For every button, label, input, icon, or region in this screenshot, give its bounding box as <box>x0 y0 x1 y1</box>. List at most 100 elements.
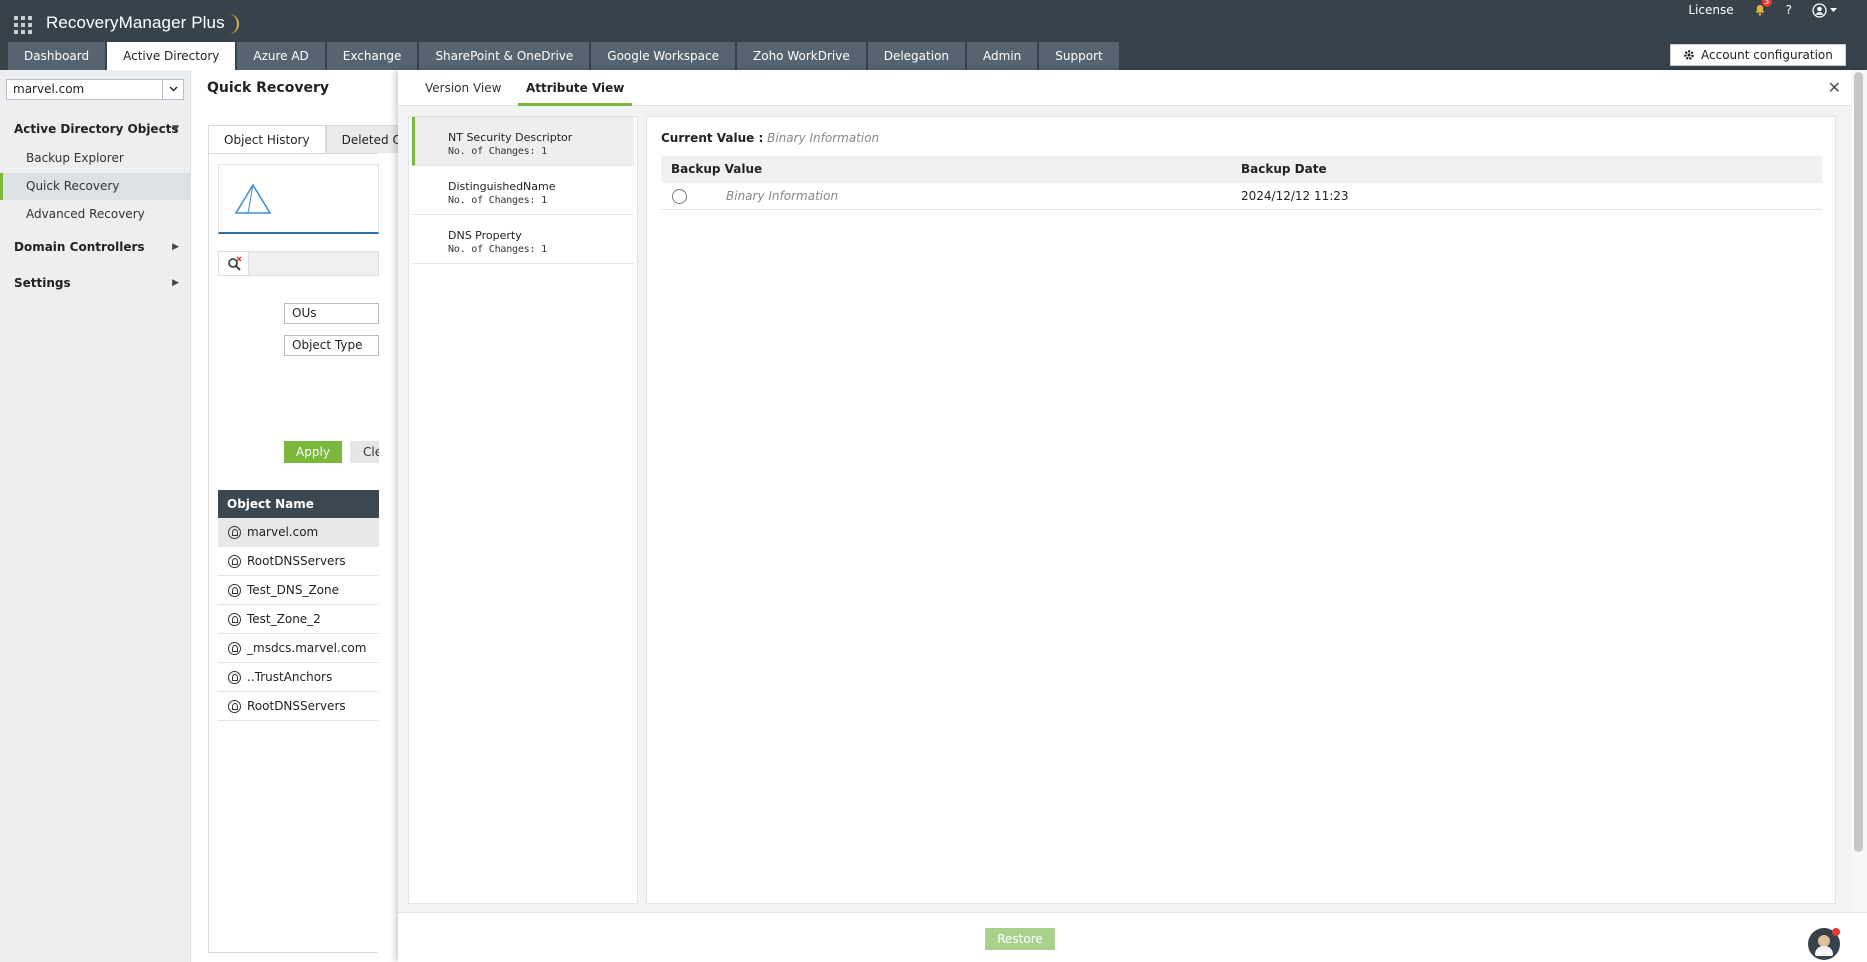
assistant-chat-icon[interactable] <box>1808 928 1840 960</box>
sidebar-group-domain-controllers[interactable]: Domain Controllers ▶ <box>14 240 179 254</box>
top-header: RecoveryManager Plus License 3 ? Dashboa… <box>0 0 1867 70</box>
dns-zone-icon <box>228 641 241 655</box>
product-name: RecoveryManager Plus <box>46 13 225 32</box>
object-type-card[interactable] <box>218 164 379 234</box>
tab-azure-ad[interactable]: Azure AD <box>237 42 325 70</box>
object-name: ..TrustAnchors <box>247 670 333 684</box>
scrollbar[interactable] <box>1851 70 1867 912</box>
tab-zoho-workdrive[interactable]: Zoho WorkDrive <box>737 42 866 70</box>
sidebar-item-advanced-recovery[interactable]: Advanced Recovery <box>0 201 191 228</box>
apply-button[interactable]: Apply <box>284 441 342 463</box>
select-version-radio[interactable] <box>672 188 687 204</box>
panel-footer: Restore <box>398 912 1867 962</box>
attribute-change-count: No. of Changes: 1 <box>448 146 547 157</box>
dns-zone-icon <box>228 583 241 597</box>
account-configuration-button[interactable]: Account configuration <box>1670 44 1846 66</box>
close-icon[interactable]: ✕ <box>1828 78 1841 97</box>
attribute-name: DistinguishedName <box>448 180 556 193</box>
filter-toggle-button[interactable] <box>219 252 249 275</box>
filter-bar <box>218 251 379 276</box>
object-name: RootDNSServers <box>247 554 346 568</box>
tab-sharepoint-onedrive[interactable]: SharePoint & OneDrive <box>419 42 590 70</box>
attribute-list: NT Security Descriptor No. of Changes: 1… <box>408 116 638 904</box>
app-grid-icon[interactable] <box>14 16 32 34</box>
domain-select-value: marvel.com <box>13 82 85 96</box>
attribute-history-panel: Version View Attribute View ✕ NT Securit… <box>398 70 1867 962</box>
dns-zone-icon <box>228 670 241 684</box>
dns-zone-icon <box>228 525 241 539</box>
caret-down-icon: ▼ <box>172 124 179 134</box>
sidebar-group-label: Settings <box>14 276 71 290</box>
backup-value-column-header: Backup Value <box>671 162 763 176</box>
list-item[interactable]: DNS Property No. of Changes: 1 <box>412 215 634 264</box>
current-value-text: Binary Information <box>767 131 880 145</box>
table-row[interactable]: ..TrustAnchors <box>218 663 379 692</box>
table-row[interactable]: Test_Zone_2 <box>218 605 379 634</box>
tab-admin[interactable]: Admin <box>967 42 1038 70</box>
attribute-change-count: No. of Changes: 1 <box>448 195 547 206</box>
object-history-panel: OUs Object Type Apply Clear Object Name … <box>208 153 379 953</box>
user-menu[interactable] <box>1812 2 1837 18</box>
backup-values-table: Backup Value Backup Date Binary Informat… <box>661 156 1822 210</box>
clear-button[interactable]: Clear <box>350 441 379 463</box>
gear-icon <box>1684 50 1694 60</box>
sidebar-group-label: Domain Controllers <box>14 240 145 254</box>
attribute-detail: Current Value : Binary Information Backu… <box>646 116 1836 904</box>
sidebar-group-label: Active Directory Objects <box>14 122 179 136</box>
sidebar: marvel.com Active Directory Objects ▼ Ba… <box>0 70 191 962</box>
sidebar-item-backup-explorer[interactable]: Backup Explorer <box>0 145 191 172</box>
scrollbar-thumb[interactable] <box>1854 72 1863 852</box>
restore-button[interactable]: Restore <box>985 928 1055 950</box>
pyramid-icon <box>234 183 272 214</box>
sidebar-group-ad-objects[interactable]: Active Directory Objects ▼ <box>14 122 179 136</box>
search-clear-icon <box>228 256 242 271</box>
quick-recovery-tabs: Object History Deleted Obj <box>208 125 429 153</box>
chevron-down-icon[interactable] <box>162 80 183 99</box>
sidebar-group-settings[interactable]: Settings ▶ <box>14 276 179 290</box>
ous-field[interactable]: OUs <box>284 303 379 324</box>
product-logo[interactable]: RecoveryManager Plus <box>46 13 239 34</box>
attribute-name: DNS Property <box>448 229 522 242</box>
license-link[interactable]: License <box>1688 3 1733 17</box>
table-row[interactable]: RootDNSServers <box>218 547 379 576</box>
table-header: Backup Value Backup Date <box>661 156 1822 183</box>
domain-select[interactable]: marvel.com <box>6 79 184 100</box>
dns-zone-icon <box>228 612 241 626</box>
tab-version-view[interactable]: Version View <box>417 70 509 106</box>
backup-value: Binary Information <box>726 189 839 203</box>
main-tabs: Dashboard Active Directory Azure AD Exch… <box>8 42 1119 70</box>
tab-support[interactable]: Support <box>1039 42 1119 70</box>
list-item[interactable]: NT Security Descriptor No. of Changes: 1 <box>412 117 634 166</box>
help-icon[interactable]: ? <box>1786 3 1792 17</box>
object-table: Object Name marvel.com RootDNSServers Te… <box>218 490 379 721</box>
logo-swoosh-icon <box>227 14 239 34</box>
view-tabs: Version View Attribute View ✕ <box>398 70 1867 106</box>
header-actions: License 3 ? <box>1688 0 1837 20</box>
attribute-name: NT Security Descriptor <box>448 131 573 144</box>
tab-delegation[interactable]: Delegation <box>867 42 966 70</box>
object-name-column-header[interactable]: Object Name <box>218 490 379 518</box>
current-value: Current Value : Binary Information <box>661 131 879 145</box>
tab-google-workspace[interactable]: Google Workspace <box>591 42 736 70</box>
notification-bell-icon[interactable]: 3 <box>1754 0 1772 16</box>
object-type-field[interactable]: Object Type <box>284 335 379 356</box>
table-row[interactable]: Test_DNS_Zone <box>218 576 379 605</box>
sidebar-item-quick-recovery[interactable]: Quick Recovery <box>0 173 191 200</box>
object-name: RootDNSServers <box>247 699 346 713</box>
table-row[interactable]: Binary Information 2024/12/12 11:23 <box>661 183 1822 210</box>
tab-dashboard[interactable]: Dashboard <box>8 42 106 70</box>
object-name: _msdcs.marvel.com <box>247 641 367 655</box>
tab-attribute-view[interactable]: Attribute View <box>518 70 633 106</box>
table-row[interactable]: RootDNSServers <box>218 692 379 721</box>
tab-exchange[interactable]: Exchange <box>326 42 418 70</box>
object-name: Test_DNS_Zone <box>247 583 340 597</box>
list-item[interactable]: DistinguishedName No. of Changes: 1 <box>412 166 634 215</box>
backup-date: 2024/12/12 11:23 <box>1241 189 1349 203</box>
tab-active-directory[interactable]: Active Directory <box>107 42 236 70</box>
account-configuration-label: Account configuration <box>1701 48 1833 62</box>
table-row[interactable]: _msdcs.marvel.com <box>218 634 379 663</box>
caret-right-icon: ▶ <box>172 278 179 288</box>
table-row[interactable]: marvel.com <box>218 518 379 547</box>
tab-object-history[interactable]: Object History <box>208 125 326 153</box>
dns-zone-icon <box>228 554 241 568</box>
